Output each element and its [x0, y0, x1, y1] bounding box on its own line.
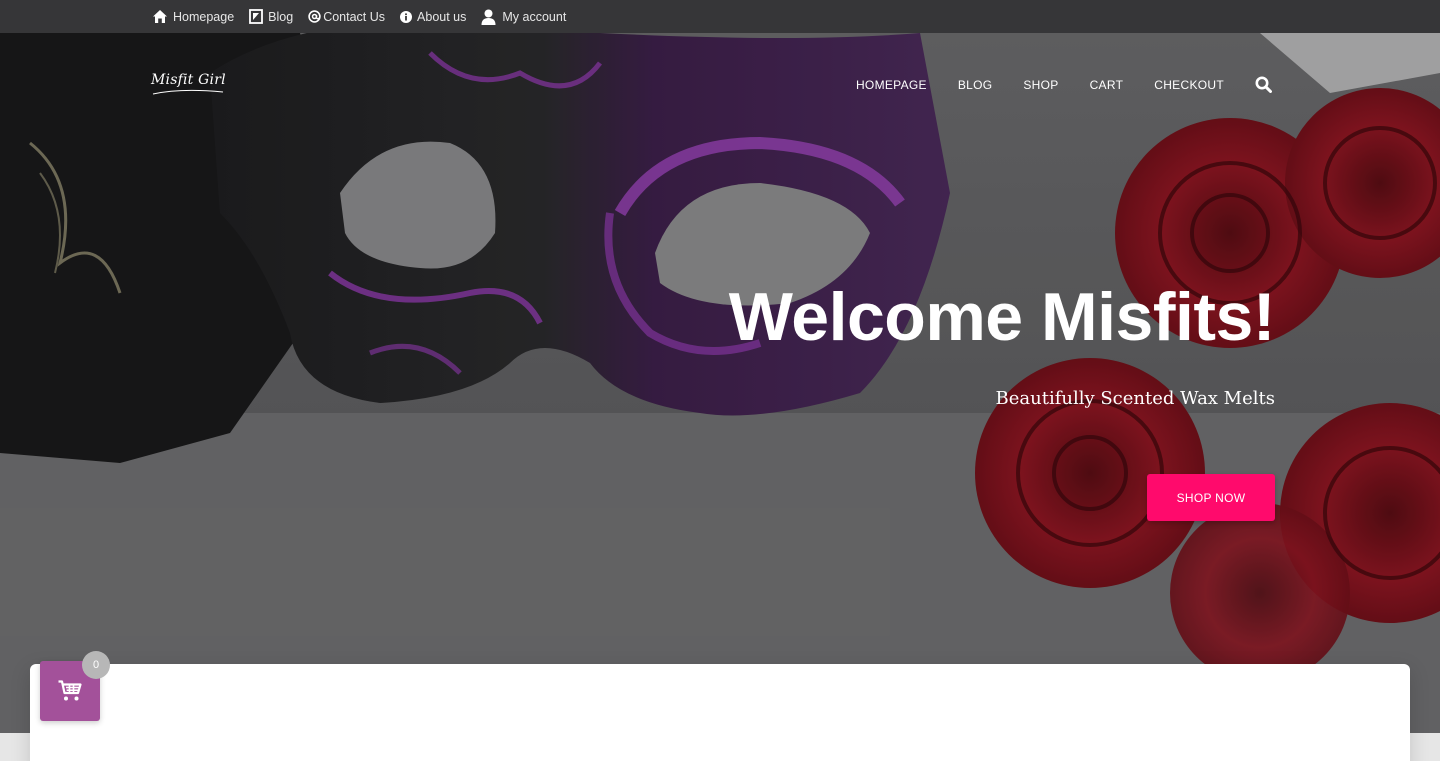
blog-icon: [249, 9, 264, 24]
info-icon: [400, 10, 413, 23]
topbar-link-contact[interactable]: Contact Us: [308, 10, 385, 24]
logo-swash: [152, 89, 224, 95]
top-bar: Homepage Blog Contact Us About us My acc…: [0, 0, 1440, 33]
at-icon: [308, 10, 321, 23]
home-icon: [152, 9, 168, 24]
topbar-link-about[interactable]: About us: [400, 10, 466, 24]
cart-icon: [58, 680, 82, 701]
topbar-label: My account: [502, 9, 567, 24]
topbar-link-blog[interactable]: Blog: [249, 9, 293, 24]
shop-now-button[interactable]: SHOP NOW: [1147, 474, 1275, 521]
hero-title: Welcome Misfits!: [728, 279, 1276, 355]
nav-cart[interactable]: CART: [1090, 78, 1124, 92]
nav-checkout[interactable]: CHECKOUT: [1154, 78, 1224, 92]
nav-shop[interactable]: SHOP: [1023, 78, 1058, 92]
hero-overlay: [0, 33, 1440, 733]
nav-blog[interactable]: BLOG: [958, 78, 993, 92]
nav-homepage[interactable]: HOMEPAGE: [856, 78, 927, 92]
main-content-card: [30, 664, 1410, 761]
site-logo[interactable]: Misfit Girl: [151, 72, 226, 88]
topbar-link-account[interactable]: My account: [481, 9, 566, 25]
topbar-label: Contact Us: [323, 9, 386, 24]
user-icon: [481, 9, 496, 25]
topbar-link-homepage[interactable]: Homepage: [152, 9, 234, 24]
search-icon[interactable]: [1255, 76, 1272, 93]
topbar-label: Blog: [268, 9, 294, 24]
hero-subtitle: Beautifully Scented Wax Melts: [995, 388, 1276, 409]
topbar-label: About us: [417, 9, 467, 24]
cart-count-badge: 0: [82, 651, 110, 679]
main-nav: HOMEPAGE BLOG SHOP CART CHECKOUT: [856, 76, 1272, 93]
topbar-label: Homepage: [173, 9, 235, 24]
hero-section: [0, 33, 1440, 733]
